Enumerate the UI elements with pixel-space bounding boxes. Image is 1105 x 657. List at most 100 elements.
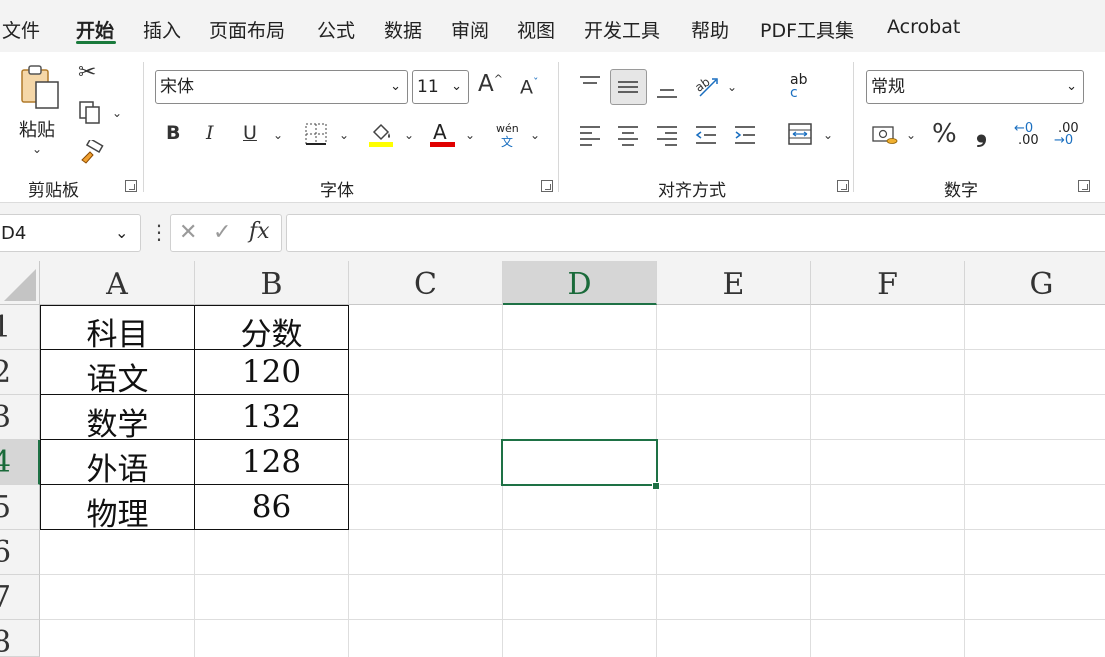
borders-button[interactable] — [304, 122, 328, 150]
tab-home[interactable]: 开始 — [76, 16, 114, 43]
column-header-a[interactable]: A — [40, 261, 195, 305]
bold-button[interactable]: B — [166, 124, 180, 143]
cell-b2[interactable]: 120 — [195, 354, 348, 390]
align-right-icon[interactable] — [655, 124, 679, 146]
format-painter-button[interactable] — [78, 137, 104, 168]
tab-review[interactable]: 审阅 — [451, 16, 489, 43]
tab-help[interactable]: 帮助 — [691, 16, 729, 43]
chevron-down-icon[interactable]: ⌄ — [906, 128, 916, 142]
active-cell-d4[interactable] — [501, 439, 658, 486]
tab-view[interactable]: 视图 — [517, 16, 555, 43]
alignment-launcher-icon[interactable] — [837, 180, 849, 192]
decrease-decimal-button[interactable]: .00 →0 — [1054, 121, 1084, 151]
align-top-icon[interactable] — [578, 74, 602, 94]
name-box[interactable]: D4 ⌄ — [0, 214, 141, 252]
row-header-6[interactable]: 6 — [0, 530, 40, 575]
tab-data[interactable]: 数据 — [384, 16, 422, 43]
row-header-4[interactable]: 4 — [0, 440, 40, 485]
insert-function-icon[interactable]: fx — [249, 219, 270, 244]
copy-button[interactable] — [78, 100, 102, 130]
row-header-1[interactable]: 1 — [0, 305, 40, 350]
cell-a1[interactable]: 科目 — [41, 309, 194, 354]
tab-file[interactable]: 文件 — [2, 16, 40, 43]
accounting-format-icon[interactable] — [872, 124, 898, 146]
chevron-down-icon[interactable]: ⌄ — [339, 128, 349, 142]
gridline — [40, 574, 1105, 575]
decrease-indent-icon[interactable] — [694, 124, 718, 146]
row-header-2[interactable]: 2 — [0, 350, 40, 395]
copy-icon — [79, 101, 100, 124]
phonetic-guide-button[interactable]: wén 文 — [496, 122, 522, 149]
merge-center-icon[interactable] — [787, 122, 813, 146]
ribbon-separator — [558, 62, 559, 192]
cell-b5[interactable]: 86 — [195, 489, 348, 525]
enter-icon[interactable]: ✓ — [213, 220, 231, 245]
chevron-down-icon[interactable]: ⌄ — [530, 128, 540, 142]
align-left-icon[interactable] — [578, 124, 602, 146]
decrease-font-size-icon[interactable]: Aˇ — [520, 77, 539, 97]
row-header-7[interactable]: 7 — [0, 575, 40, 620]
number-launcher-icon[interactable] — [1078, 180, 1090, 192]
fill-color-button[interactable] — [368, 120, 396, 152]
tab-insert[interactable]: 插入 — [143, 16, 181, 43]
tab-page-layout[interactable]: 页面布局 — [209, 16, 285, 43]
tab-pdf-tools[interactable]: PDF工具集 — [760, 16, 854, 43]
chevron-down-icon[interactable]: ⌄ — [465, 128, 475, 142]
clipboard-launcher-icon[interactable] — [125, 180, 137, 192]
chevron-down-icon[interactable]: ⌄ — [727, 80, 737, 94]
cell-b4[interactable]: 128 — [195, 444, 348, 480]
paste-label: 粘贴 — [19, 120, 55, 141]
cell-a5[interactable]: 物理 — [41, 489, 194, 534]
row-header-8[interactable]: 8 — [0, 620, 40, 657]
column-header-b[interactable]: B — [195, 261, 349, 305]
row-header-3[interactable]: 3 — [0, 395, 40, 440]
italic-button[interactable]: I — [206, 124, 214, 143]
chevron-down-icon[interactable]: ⌄ — [404, 128, 414, 142]
cell-a3[interactable]: 数学 — [41, 399, 194, 444]
number-format-combo[interactable]: 常规 ⌄ — [866, 70, 1084, 104]
font-launcher-icon[interactable] — [541, 180, 553, 192]
chevron-down-icon[interactable]: ⌄ — [273, 128, 283, 142]
wrap-text-button[interactable]: ab c — [788, 72, 816, 102]
cell-a2[interactable]: 语文 — [41, 354, 194, 399]
table-border — [348, 305, 349, 530]
formula-input[interactable] — [286, 214, 1105, 252]
align-middle-button[interactable] — [610, 69, 647, 105]
font-name-combo[interactable]: 宋体 ⌄ — [155, 70, 408, 104]
tab-developer[interactable]: 开发工具 — [584, 16, 660, 43]
chevron-down-icon[interactable]: ⌄ — [112, 106, 122, 120]
fill-handle[interactable] — [652, 482, 660, 490]
column-header-f[interactable]: F — [811, 261, 965, 305]
increase-font-size-icon[interactable]: A^ — [478, 73, 503, 96]
row-header-5[interactable]: 5 — [0, 485, 40, 530]
font-size-combo[interactable]: 11 ⌄ — [412, 70, 469, 104]
chevron-down-icon[interactable]: ⌄ — [115, 223, 128, 242]
column-header-d[interactable]: D — [503, 261, 657, 305]
more-options-icon[interactable]: ⋮ — [149, 220, 169, 244]
column-header-g[interactable]: G — [965, 261, 1105, 305]
worksheet-grid[interactable]: A B C D E F G 1 2 3 4 5 6 7 8 科目 分数 语文 1… — [0, 261, 1105, 657]
chevron-down-icon: ⌄ — [451, 79, 462, 94]
underline-button[interactable]: U — [243, 124, 257, 143]
tab-formulas[interactable]: 公式 — [317, 16, 355, 43]
align-center-icon[interactable] — [616, 124, 640, 146]
font-color-button[interactable]: A — [430, 118, 456, 148]
cell-b3[interactable]: 132 — [195, 399, 348, 435]
comma-style-button[interactable]: ❟ — [976, 118, 987, 146]
cancel-icon[interactable]: ✕ — [179, 220, 197, 245]
chevron-down-icon[interactable]: ⌄ — [823, 128, 833, 142]
cell-b1[interactable]: 分数 — [195, 309, 348, 354]
increase-decimal-button[interactable]: ←0 .00 — [1014, 121, 1044, 151]
select-all-button[interactable] — [0, 261, 40, 305]
column-header-e[interactable]: E — [657, 261, 811, 305]
cell-a4[interactable]: 外语 — [41, 444, 194, 489]
align-bottom-icon[interactable] — [655, 80, 679, 100]
format-painter-icon — [81, 137, 104, 164]
increase-indent-icon[interactable] — [733, 124, 757, 146]
cut-icon[interactable]: ✂ — [78, 62, 96, 84]
paste-button[interactable]: 粘贴 ⌄ — [14, 62, 66, 162]
column-header-c[interactable]: C — [349, 261, 503, 305]
percent-style-button[interactable]: % — [932, 121, 957, 147]
orientation-icon[interactable]: ab — [694, 74, 720, 100]
tab-acrobat[interactable]: Acrobat — [887, 16, 960, 38]
